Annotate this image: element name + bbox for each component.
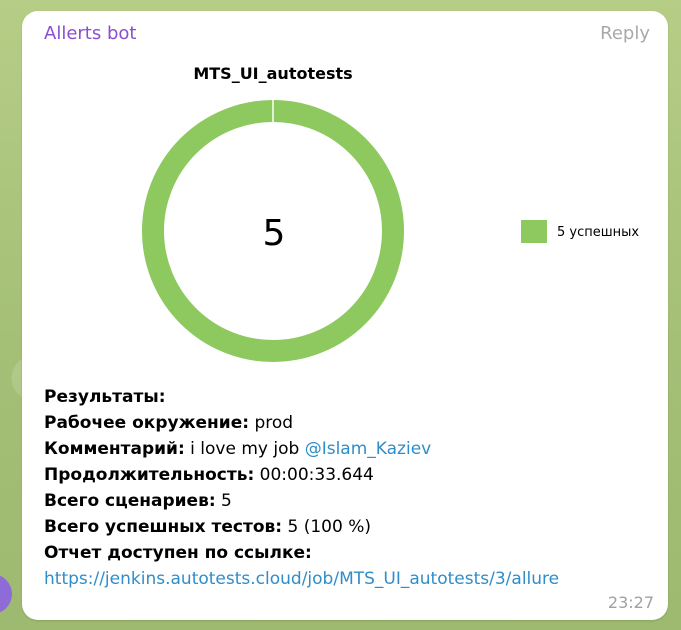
comment-value: i love my job xyxy=(190,439,300,459)
scenarios-value: 5 xyxy=(221,491,232,511)
passed-tests-line: Всего успешных тестов: 5 (100 %) xyxy=(44,514,654,540)
reply-button[interactable]: Reply xyxy=(600,23,650,44)
environment-label: Рабочее окружение: xyxy=(44,413,250,433)
donut-chart-svg: MTS_UI_autotests 5 5 успешных xyxy=(142,64,639,362)
scenarios-label: Всего сценариев: xyxy=(44,491,216,511)
duration-line: Продолжительность: 00:00:33.644 xyxy=(44,462,654,488)
message-bubble: Allerts bot Reply MTS_UI_autotests 5 5 у… xyxy=(22,11,668,620)
report-link[interactable]: https://jenkins.autotests.cloud/job/MTS_… xyxy=(44,569,559,589)
comment-label: Комментарий: xyxy=(44,439,185,459)
passed-tests-label: Всего успешных тестов: xyxy=(44,517,283,537)
report-line: Отчет доступен по ссылке: xyxy=(44,540,654,566)
results-heading-line: Результаты: xyxy=(44,384,654,410)
scenarios-line: Всего сценариев: 5 xyxy=(44,488,654,514)
comment-line: Комментарий: i love my job @Islam_Kaziev xyxy=(44,436,654,462)
chart-center-value: 5 xyxy=(263,213,286,254)
legend-label: 5 успешных xyxy=(557,225,639,240)
results-text: Результаты: Рабочее окружение: prod Комм… xyxy=(44,384,654,592)
chart-legend: 5 успешных xyxy=(521,220,639,243)
results-heading: Результаты: xyxy=(44,387,166,407)
legend-swatch xyxy=(521,220,547,243)
environment-line: Рабочее окружение: prod xyxy=(44,410,654,436)
report-label: Отчет доступен по ссылке: xyxy=(44,543,312,563)
duration-value: 00:00:33.644 xyxy=(259,465,374,485)
duration-label: Продолжительность: xyxy=(44,465,255,485)
sender-avatar[interactable] xyxy=(0,574,12,614)
sender-name[interactable]: Allerts bot xyxy=(44,23,136,44)
chart-title: MTS_UI_autotests xyxy=(193,64,352,83)
message-time: 23:27 xyxy=(607,593,654,612)
test-results-chart: MTS_UI_autotests 5 5 успешных xyxy=(22,51,668,371)
environment-value: prod xyxy=(254,413,294,433)
report-url-line: https://jenkins.autotests.cloud/job/MTS_… xyxy=(44,566,654,592)
user-mention-link[interactable]: @Islam_Kaziev xyxy=(305,439,432,459)
passed-tests-value: 5 (100 %) xyxy=(287,517,372,537)
